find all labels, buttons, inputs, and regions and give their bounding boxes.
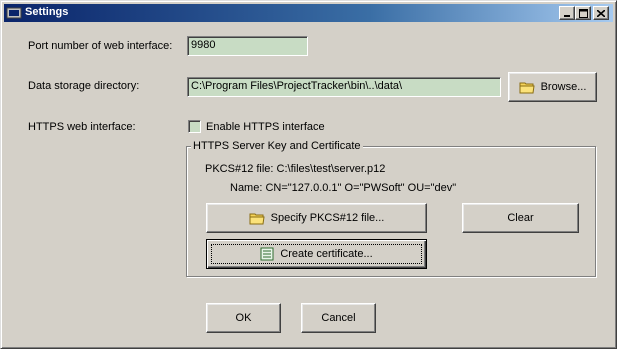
maximize-icon <box>578 8 588 18</box>
storage-directory-field[interactable]: C:\Program Files\ProjectTracker\bin\..\d… <box>187 77 501 97</box>
cancel-button[interactable]: Cancel <box>301 303 376 333</box>
title-bar[interactable]: Settings <box>4 4 613 22</box>
certificate-name-text: Name: CN="127.0.0.1" O="PWSoft" OU="dev" <box>230 182 457 194</box>
pkcs12-file-text: PKCS#12 file: C:\files\test\server.p12 <box>205 163 386 175</box>
focus-indicator <box>211 244 422 264</box>
ok-button[interactable]: OK <box>206 303 281 333</box>
port-label: Port number of web interface: <box>28 40 173 52</box>
window-title: Settings <box>25 6 69 18</box>
folder-icon <box>519 82 535 94</box>
storage-label: Data storage directory: <box>28 80 140 92</box>
minimize-icon <box>564 14 570 17</box>
app-icon <box>6 7 22 19</box>
browse-button[interactable]: Browse... <box>508 72 597 102</box>
clear-label: Clear <box>507 212 534 224</box>
ok-label: OK <box>235 312 252 324</box>
specify-pkcs12-label: Specify PKCS#12 file... <box>270 212 385 224</box>
enable-https-checkbox[interactable] <box>188 120 201 133</box>
close-icon <box>597 9 605 17</box>
create-certificate-button[interactable]: Create certificate... <box>206 239 427 269</box>
https-label: HTTPS web interface: <box>28 121 136 133</box>
close-button[interactable] <box>593 6 609 20</box>
port-field[interactable]: 9980 <box>187 36 308 56</box>
browse-label: Browse... <box>540 81 587 93</box>
minimize-button[interactable] <box>559 6 575 20</box>
specify-pkcs12-button[interactable]: Specify PKCS#12 file... <box>206 203 427 233</box>
maximize-button[interactable] <box>575 6 591 20</box>
storage-directory-value: C:\Program Files\ProjectTracker\bin\..\d… <box>191 80 403 92</box>
cancel-label: Cancel <box>321 312 356 324</box>
clear-button[interactable]: Clear <box>462 203 579 233</box>
port-value: 9980 <box>191 39 216 51</box>
certificate-group-title: HTTPS Server Key and Certificate <box>191 140 363 152</box>
folder-icon <box>249 213 265 225</box>
enable-https-label[interactable]: Enable HTTPS interface <box>206 121 325 133</box>
